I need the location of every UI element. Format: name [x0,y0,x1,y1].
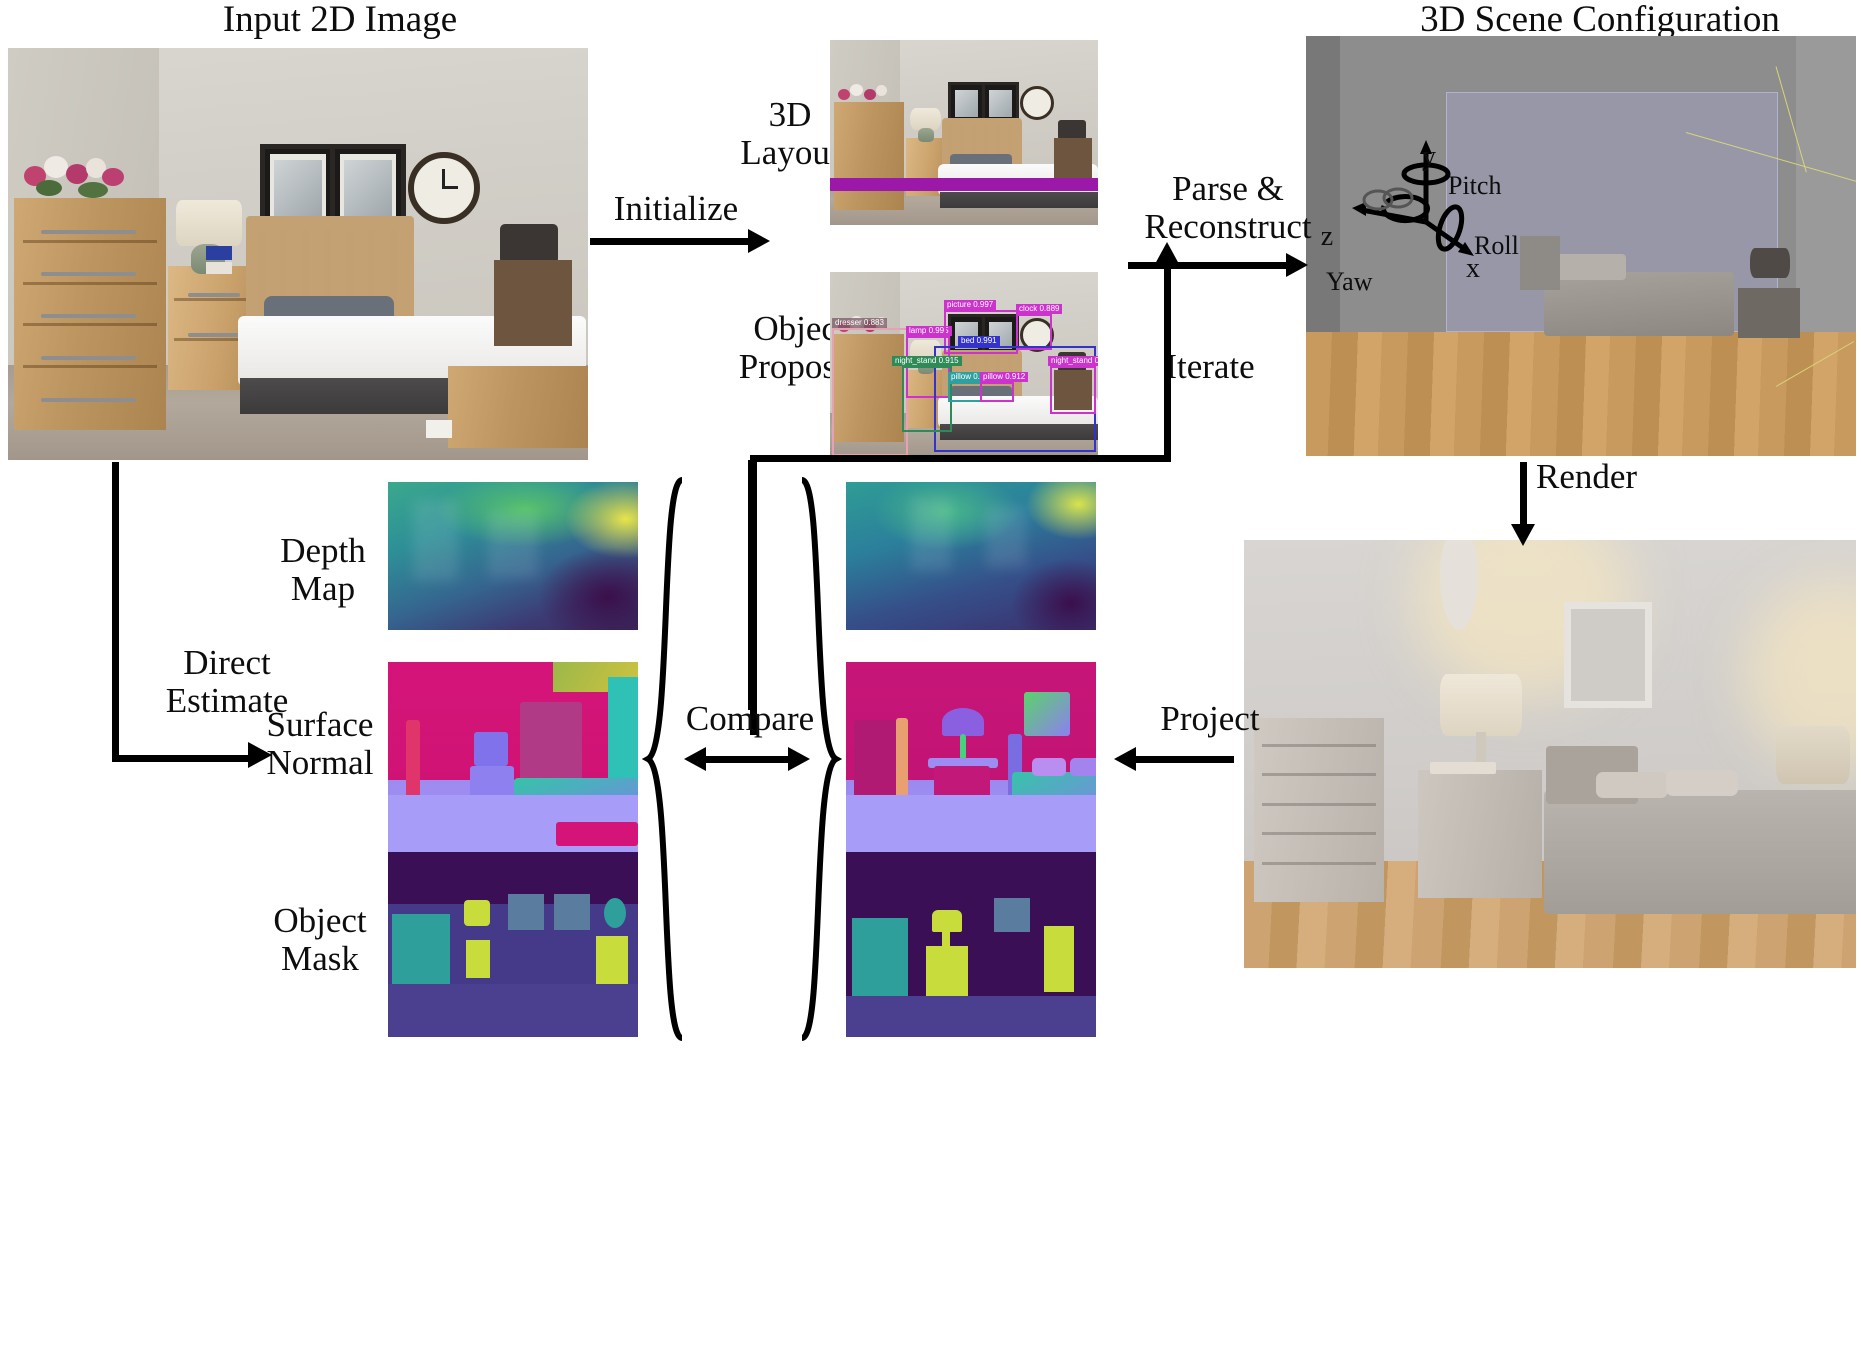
render-dresser [1254,718,1384,902]
detection-label-night-stand-2: night_stand 0.884 [1048,356,1098,366]
price-tag-2-photo [206,262,232,274]
render-lamp-left [1440,674,1522,736]
bed-footboard-photo [448,366,588,448]
input-2d-image [8,48,588,460]
edge-label-iterate: Iterate [1165,347,1255,386]
arrow-iterate [1155,242,1179,462]
scene-bed [1544,272,1734,336]
edge-label-render: Render [1536,457,1638,496]
clock-photo [408,152,480,224]
arrow-parse-reconstruct [1128,253,1308,277]
render-night-stand [1418,770,1542,898]
detection-box-dresser [832,328,908,456]
layout-floor-plane [830,178,1098,191]
detection-label-bed: bed 0.991 [958,336,1000,346]
render-bed [1544,790,1856,914]
axis-label-roll: Roll [1474,231,1519,260]
3d-scene-configuration-image: y x z Pitch Roll Yaw [1306,36,1856,456]
render-book [1430,762,1496,774]
render-picture-frame [1564,602,1652,708]
price-tag-photo [206,246,232,260]
arrow-project [1114,747,1234,771]
detection-label-dresser: dresser 0.883 [832,318,887,328]
axis-label-pitch: Pitch [1448,171,1502,200]
3d-layout-image [830,40,1098,225]
render-pillow-1 [1596,772,1668,798]
arrow-initialize [590,229,770,253]
lamp-shade-photo [176,200,242,246]
compare-brace-left [642,477,684,1041]
dresser-photo [14,198,166,430]
detection-label-clock: clock 0.889 [1016,304,1063,314]
object-mask-estimated [388,852,638,1037]
axis-label-y: y [1422,141,1436,172]
surface-normal-estimated [388,662,638,852]
detection-label-night-stand: night_stand 0.915 [892,356,962,366]
arrow-render [1511,462,1535,546]
scene-night-stand [1738,288,1800,338]
object-proposal-image: dresser 0.883 lamp 0.995 picture 0.997 c… [830,272,1098,457]
axis-label-yaw: Yaw [1326,267,1373,296]
detection-box-clock [1016,314,1052,350]
detection-box-pillow-2 [980,382,1014,402]
depth-map-estimated [388,482,638,630]
edge-label-project: Project [1160,699,1260,738]
edge-label-initialize: Initialize [613,189,739,228]
stage-label-object-mask: Object Mask [273,901,367,978]
flowers-photo [18,144,136,204]
right-lamp-photo [500,224,558,264]
compare-riser [748,460,755,710]
scene-config-title: 3D Scene Configuration [1420,0,1780,40]
direct-estimate-elbow [112,462,272,762]
detection-box-night-stand-2 [1050,366,1096,414]
object-mask-rendered [846,852,1096,1037]
render-lamp-right [1776,726,1850,784]
detection-label-picture: picture 0.997 [944,300,997,310]
right-table-photo [494,260,572,346]
scene-lamp [1750,248,1790,278]
tag-photo [426,420,452,438]
detection-box-pillow-1 [948,382,982,402]
input-image-title: Input 2D Image [222,0,458,40]
render-pillow-2 [1666,770,1738,796]
arrow-compare [684,747,810,771]
edge-label-parse-reconstruct: Parse & Reconstruct [1144,169,1312,246]
detection-box-night-stand [902,366,952,432]
direct-estimate-arrowhead [248,742,272,768]
rendered-image [1244,540,1856,968]
detection-label-pillow-2: pillow 0.912 [980,372,1029,382]
